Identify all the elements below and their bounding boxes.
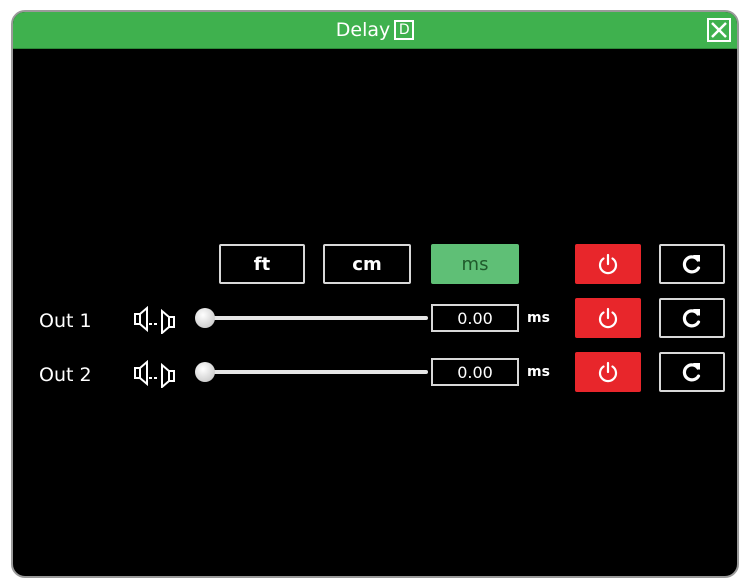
out-2-delay-slider[interactable] [195, 362, 428, 382]
window-title: Delay [335, 19, 391, 41]
out-2-slider-thumb[interactable] [195, 362, 215, 382]
out-2-label: Out 2 [39, 364, 92, 386]
out-2-delay-value[interactable] [431, 358, 519, 386]
title-group: Delay D [13, 12, 737, 48]
unit-ft-button[interactable]: ft [219, 244, 305, 284]
out-1-reset-button[interactable] [659, 298, 725, 338]
out-1-delay-slider[interactable] [195, 308, 428, 328]
out-1-unit-label: ms [527, 310, 550, 326]
close-button[interactable] [707, 18, 731, 42]
reset-all-button[interactable] [659, 244, 725, 284]
delay-window: Delay D ft cm ms Out 1 0.00 ms Out 2 0.0… [11, 10, 739, 578]
out-2-reset-button[interactable] [659, 352, 725, 392]
title-bar[interactable]: Delay D [13, 12, 737, 49]
out-1-label: Out 1 [39, 310, 92, 332]
out-1-delay-value[interactable] [431, 304, 519, 332]
refresh-icon [682, 255, 701, 274]
out-1-slider-thumb[interactable] [195, 308, 215, 328]
unit-cm-button[interactable]: cm [323, 244, 411, 284]
close-icon [711, 22, 727, 38]
title-badge: D [394, 20, 415, 40]
refresh-icon [682, 363, 701, 382]
power-icon [598, 253, 618, 275]
unit-ms-button[interactable]: ms [431, 244, 519, 284]
out-1-power-button[interactable] [575, 298, 641, 338]
speaker-link-icon [133, 359, 183, 392]
out-2-power-button[interactable] [575, 352, 641, 392]
refresh-icon [682, 309, 701, 328]
power-all-button[interactable] [575, 244, 641, 284]
out-2-unit-label: ms [527, 364, 550, 380]
power-icon [598, 361, 618, 383]
power-icon [598, 307, 618, 329]
speaker-link-icon [133, 305, 183, 338]
